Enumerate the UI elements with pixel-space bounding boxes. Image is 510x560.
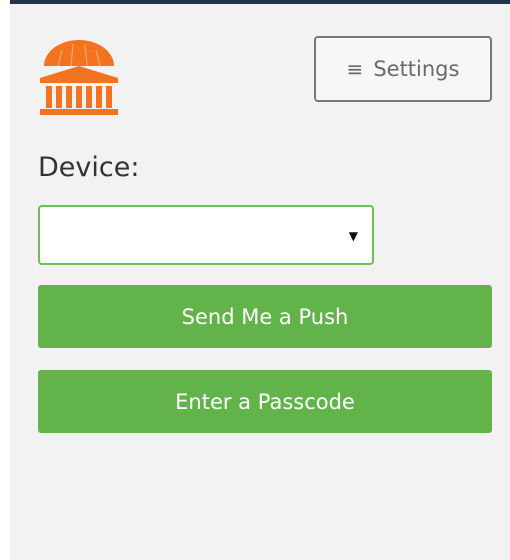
settings-button[interactable]: ≡ Settings [314, 36, 492, 102]
device-select[interactable]: ▼ [38, 205, 374, 265]
settings-label: Settings [373, 57, 460, 81]
auth-panel: ≡ Settings Device: ▼ Send Me a Push Ente… [10, 0, 510, 560]
dropdown-caret-icon: ▼ [348, 229, 358, 243]
send-push-button[interactable]: Send Me a Push [38, 285, 492, 348]
send-push-label: Send Me a Push [181, 304, 349, 329]
rotunda-logo-icon [38, 36, 120, 116]
hamburger-menu-icon: ≡ [346, 57, 364, 81]
enter-passcode-label: Enter a Passcode [175, 389, 355, 414]
top-border [10, 0, 510, 4]
device-label: Device: [38, 152, 140, 183]
enter-passcode-button[interactable]: Enter a Passcode [38, 370, 492, 433]
